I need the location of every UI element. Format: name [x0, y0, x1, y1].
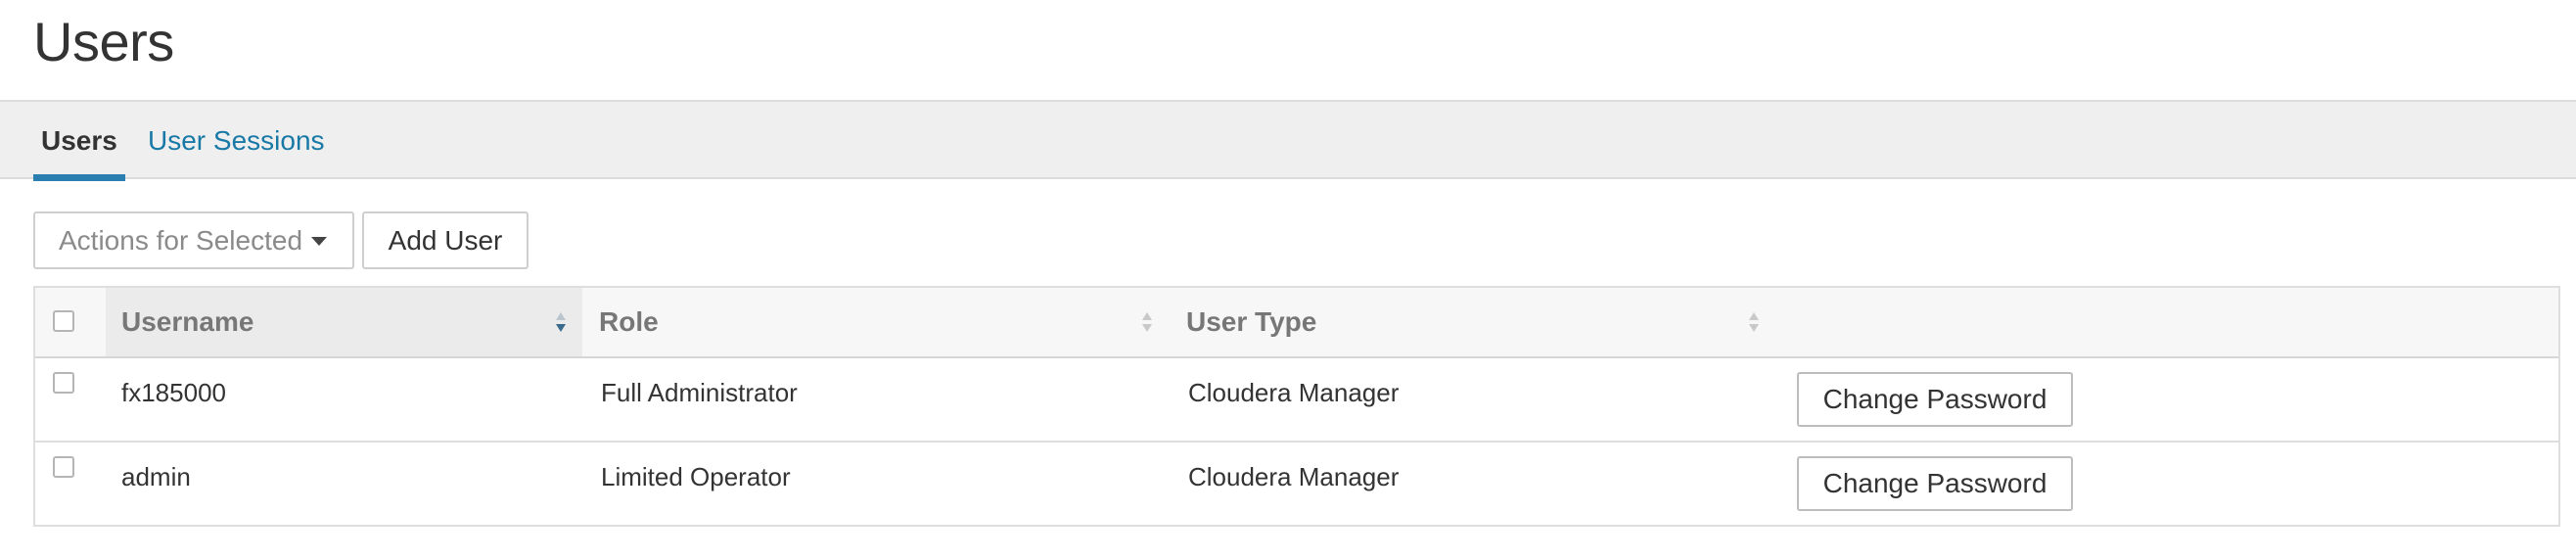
sort-icon	[556, 312, 566, 334]
table-row: fx185000 Full Administrator Cloudera Man…	[35, 358, 2558, 443]
column-header-username[interactable]: Username	[106, 288, 582, 356]
users-table: Username Role User Type fx185000 Full Ad…	[33, 286, 2560, 527]
user-type-cell: Cloudera Manager	[1188, 378, 1400, 407]
role-cell: Full Administrator	[601, 378, 798, 407]
column-header-user-type[interactable]: User Type	[1186, 288, 1793, 356]
caret-down-icon	[311, 237, 327, 246]
user-type-cell: Cloudera Manager	[1188, 462, 1400, 491]
column-header-role-label: Role	[599, 306, 659, 337]
actions-dropdown-label: Actions for Selected	[59, 225, 303, 256]
table-row: admin Limited Operator Cloudera Manager …	[35, 443, 2558, 527]
username-cell: fx185000	[121, 378, 226, 407]
tab-bar: Users User Sessions	[0, 100, 2576, 181]
username-cell: admin	[121, 462, 191, 491]
add-user-button[interactable]: Add User	[362, 211, 529, 269]
tab-user-sessions[interactable]: User Sessions	[140, 102, 333, 179]
column-header-user-type-label: User Type	[1186, 306, 1317, 337]
column-header-username-label: Username	[121, 306, 254, 337]
column-header-role[interactable]: Role	[599, 288, 1186, 356]
change-password-button[interactable]: Change Password	[1797, 456, 2073, 511]
page-title: Users	[33, 11, 174, 72]
sort-icon	[1142, 312, 1152, 334]
change-password-button[interactable]: Change Password	[1797, 372, 2073, 427]
actions-for-selected-dropdown[interactable]: Actions for Selected	[33, 211, 354, 269]
role-cell: Limited Operator	[601, 462, 791, 491]
sort-icon	[1749, 312, 1759, 334]
select-all-checkbox[interactable]	[53, 310, 74, 332]
table-header: Username Role User Type	[35, 288, 2558, 358]
row-select-checkbox[interactable]	[53, 372, 74, 394]
tab-users[interactable]: Users	[33, 102, 125, 181]
row-select-checkbox[interactable]	[53, 456, 74, 478]
